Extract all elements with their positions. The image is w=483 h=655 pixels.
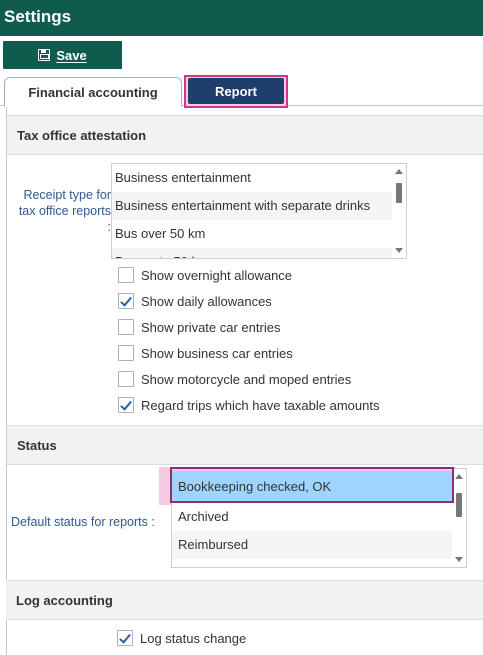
checkbox-label: Show daily allowances <box>141 293 272 309</box>
save-icon <box>38 49 51 61</box>
list-item[interactable]: Archived <box>172 503 454 531</box>
selected-status-outline <box>170 467 454 503</box>
section-heading: Tax office attestation <box>17 128 147 143</box>
checkbox-show-private-car-entries[interactable]: Show private car entries <box>118 318 280 336</box>
checkbox-label: Log status change <box>140 630 247 646</box>
save-button-label: Save <box>56 47 87 63</box>
section-status: Status <box>7 425 483 465</box>
checkbox[interactable] <box>118 397 134 413</box>
checkbox[interactable] <box>118 293 134 309</box>
checkbox[interactable] <box>118 345 134 361</box>
save-button[interactable]: Save <box>3 41 122 69</box>
checkbox[interactable] <box>118 319 134 335</box>
window-title: Settings <box>4 7 72 26</box>
section-heading: Status <box>17 438 57 453</box>
checkbox-show-motorcycle-entries[interactable]: Show motorcycle and moped entries <box>118 370 351 388</box>
tab-bar: Financial accounting Report <box>0 75 483 108</box>
list-item[interactable]: Business entertainment <box>112 164 394 192</box>
list-item[interactable]: Business entertainment with separate dri… <box>112 192 394 220</box>
section-heading: Log accounting <box>16 593 113 608</box>
scroll-up-icon[interactable] <box>395 169 403 174</box>
checkbox-regard-taxable-trips[interactable]: Regard trips which have taxable amounts <box>118 396 379 414</box>
list-item[interactable]: Reimbursed <box>172 531 454 559</box>
checkbox-label: Show motorcycle and moped entries <box>141 371 352 387</box>
report-settings-panel: Tax office attestation Receipt type for … <box>6 107 483 655</box>
checkbox[interactable] <box>117 630 133 646</box>
status-scrollbar[interactable] <box>452 469 466 567</box>
checkbox-label: Show overnight allowance <box>141 267 293 283</box>
checkbox-show-overnight-allowance[interactable]: Show overnight allowance <box>118 266 292 284</box>
scroll-down-icon[interactable] <box>395 248 403 253</box>
scroll-thumb[interactable] <box>456 493 462 517</box>
list-item[interactable]: - No change - <box>172 559 454 567</box>
scroll-down-icon[interactable] <box>455 557 463 562</box>
section-tax-office-attestation: Tax office attestation <box>7 115 483 155</box>
receipt-type-label: Receipt type for tax office reports : <box>18 188 111 234</box>
checkbox[interactable] <box>118 371 134 387</box>
section-log-accounting: Log accounting <box>6 580 483 620</box>
checkbox-show-daily-allowances[interactable]: Show daily allowances <box>118 292 272 310</box>
checkbox-show-business-car-entries[interactable]: Show business car entries <box>118 344 293 362</box>
receipt-type-scrollbar[interactable] <box>392 164 406 258</box>
checkbox-label: Show private car entries <box>141 319 281 335</box>
tab-financial-accounting[interactable]: Financial accounting <box>4 77 182 107</box>
receipt-type-listbox[interactable]: Business entertainment Business entertai… <box>111 163 407 259</box>
list-item[interactable]: Bus up to 50 km <box>112 248 394 258</box>
checkbox-label: Regard trips which have taxable amounts <box>141 397 380 413</box>
tab-report[interactable]: Report <box>188 78 284 104</box>
title-bar: Settings <box>0 0 483 36</box>
list-item[interactable]: Bus over 50 km <box>112 220 394 248</box>
checkbox-label: Show business car entries <box>141 345 293 361</box>
scroll-up-icon[interactable] <box>455 474 463 479</box>
checkbox[interactable] <box>118 267 134 283</box>
checkbox-log-status-change[interactable]: Log status change <box>117 629 246 647</box>
scroll-thumb[interactable] <box>396 183 402 203</box>
default-status-label: Default status for reports : <box>11 515 155 529</box>
